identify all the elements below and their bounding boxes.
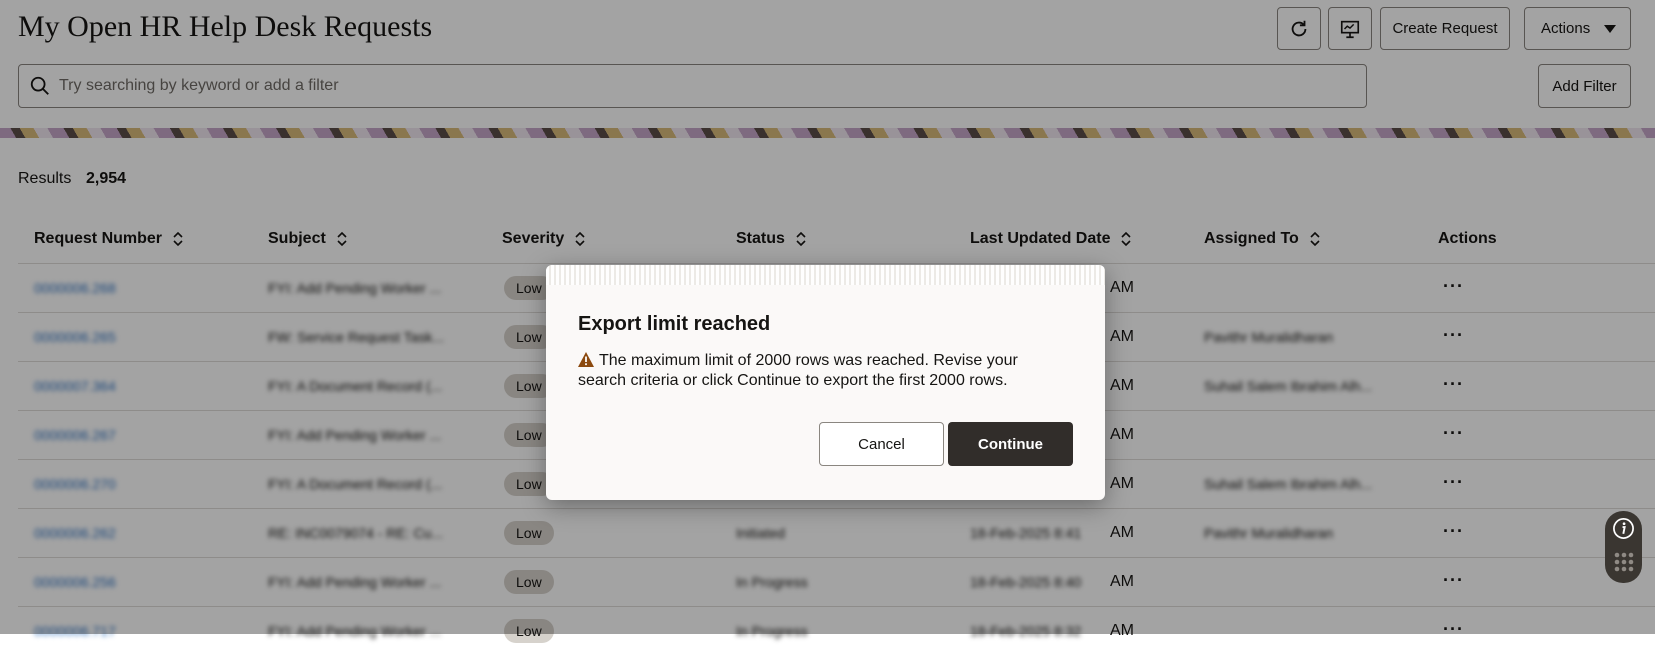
dialog-message-text: The maximum limit of 2000 rows was reach…: [578, 352, 1018, 389]
continue-button[interactable]: Continue: [948, 422, 1073, 466]
dialog-message: The maximum limit of 2000 rows was reach…: [578, 351, 1048, 391]
page: My Open HR Help Desk Requests Create Req…: [0, 0, 1655, 643]
floating-help-widget[interactable]: [1605, 511, 1642, 583]
warning-icon: [578, 352, 594, 367]
dialog-title: Export limit reached: [578, 313, 771, 335]
cancel-button[interactable]: Cancel: [819, 422, 944, 466]
export-limit-dialog: Export limit reached The maximum limit o…: [546, 265, 1105, 500]
info-icon: [1613, 518, 1634, 539]
apps-grid-icon: [1614, 552, 1634, 572]
dialog-decorative-header: [546, 265, 1105, 285]
